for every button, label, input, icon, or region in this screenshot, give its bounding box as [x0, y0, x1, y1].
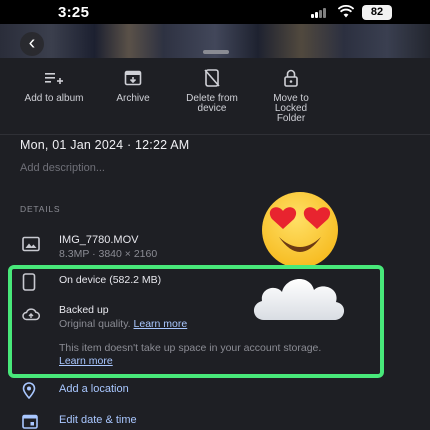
status-time: 3:25	[58, 4, 90, 21]
edit-date-time-link[interactable]: Edit date & time	[59, 414, 137, 426]
file-meta: 8.3MP · 3840 × 2160	[59, 248, 158, 260]
quality-label: Original quality.	[59, 318, 131, 330]
sheet-drag-handle[interactable]	[203, 50, 229, 54]
cloud-done-icon	[22, 308, 40, 321]
heart-eyes-emoji-icon	[262, 192, 338, 268]
details-heading: DETAILS	[20, 204, 61, 214]
action-row: Add to album Archive Delete from device	[0, 68, 430, 128]
status-bar: 3:25 82	[0, 0, 430, 24]
add-to-album-button[interactable]: Add to album	[14, 68, 94, 104]
image-icon	[22, 236, 40, 252]
move-to-locked-folder-button[interactable]: Move to Locked Folder	[251, 68, 331, 124]
archive-label: Archive	[116, 93, 150, 104]
wifi-icon	[338, 5, 354, 18]
archive-button[interactable]: Archive	[93, 68, 173, 104]
add-to-album-label: Add to album	[24, 93, 84, 104]
description-field[interactable]: Add description...	[20, 162, 105, 174]
phone-icon	[22, 273, 36, 291]
info-sheet: Add to album Archive Delete from device	[0, 58, 430, 430]
storage-note: This item doesn't take up space in your …	[59, 342, 349, 367]
add-to-album-icon	[45, 73, 63, 84]
back-button[interactable]: ‹	[20, 32, 44, 56]
delete-from-device-icon	[204, 69, 220, 87]
chevron-left-icon: ‹	[28, 32, 36, 54]
location-pin-icon	[22, 382, 36, 399]
add-location-link[interactable]: Add a location	[59, 383, 129, 395]
learn-more-link[interactable]: Learn more	[134, 318, 188, 330]
quality-text: Original quality. Learn more	[59, 318, 187, 330]
archive-icon	[124, 70, 142, 86]
on-device-size: On device (582.2 MB)	[59, 274, 162, 286]
delete-from-device-label: Delete from device	[186, 93, 238, 114]
storage-note-text: This item doesn't take up space in your …	[59, 342, 322, 354]
date-time[interactable]: Mon, 01 Jan 2024 · 12:22 AM	[20, 138, 189, 152]
divider	[0, 134, 430, 135]
learn-more-link-2[interactable]: Learn more	[59, 355, 113, 367]
move-to-locked-folder-label: Move to Locked Folder	[273, 93, 309, 124]
battery-indicator: 82	[362, 5, 392, 20]
backed-up-status: Backed up	[59, 304, 109, 316]
file-name: IMG_7780.MOV	[59, 234, 139, 246]
cellular-signal-icon	[311, 8, 329, 18]
calendar-icon	[22, 414, 38, 429]
cloud-emoji-icon	[253, 278, 345, 320]
locked-folder-icon	[284, 69, 298, 87]
delete-from-device-button[interactable]: Delete from device	[172, 68, 252, 114]
